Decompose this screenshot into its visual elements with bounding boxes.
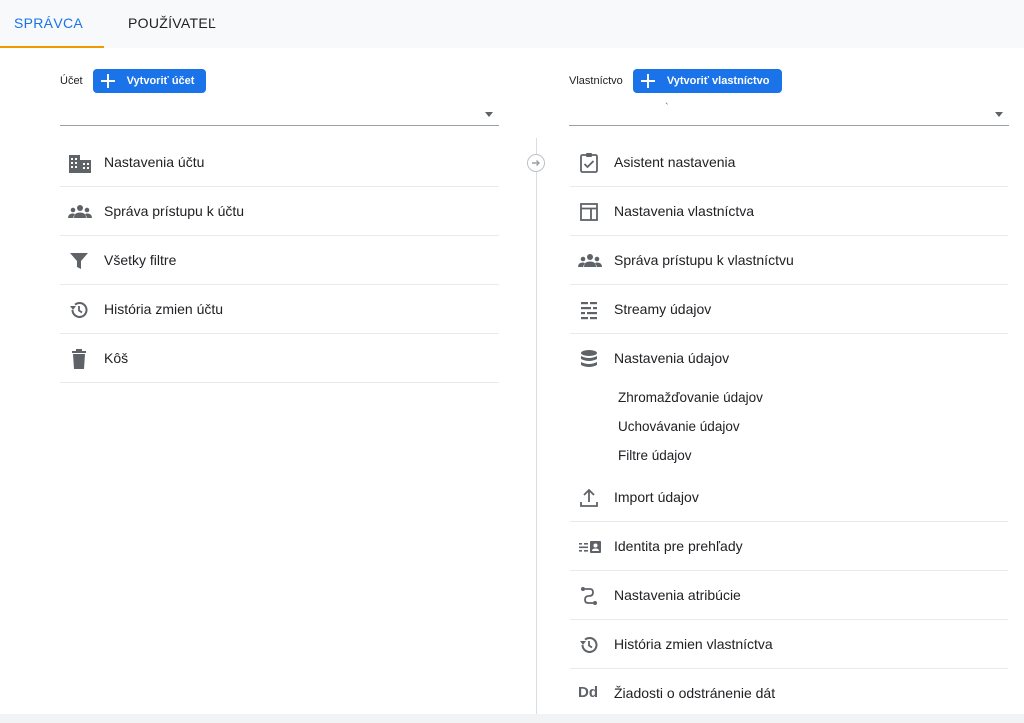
attribution-icon (578, 585, 600, 607)
property-header: Vlastníctvo Vytvoriť vlastníctvo (569, 68, 782, 94)
menu-item-label: Import údajov (614, 489, 699, 505)
menu-item-label: Kôš (104, 350, 129, 366)
column-divider (536, 138, 537, 716)
top-tab-bar: SPRÁVCA POUŽÍVATEĽ (0, 0, 1024, 48)
submenu-item-data-retention[interactable]: Uchovávanie údajov (570, 412, 1008, 441)
tab-user-label: POUŽÍVATEĽ (128, 15, 217, 31)
arrow-right-circle-icon (527, 154, 545, 172)
menu-item-label: Nastavenia vlastníctva (614, 203, 755, 219)
property-selector[interactable]: ` (569, 100, 1009, 126)
create-account-button[interactable]: Vytvoriť účet (92, 69, 207, 93)
create-account-label: Vytvoriť účet (126, 75, 195, 87)
streams-icon (578, 299, 600, 321)
account-label: Účet (60, 75, 83, 87)
account-selector[interactable] (60, 100, 499, 126)
menu-item-label: Streamy údajov (614, 301, 712, 317)
people-icon (578, 250, 602, 272)
tab-user[interactable]: POUŽÍVATEĽ (128, 0, 238, 48)
menu-item-property-history[interactable]: História zmien vlastníctva (570, 620, 1008, 669)
checklist-icon (578, 152, 600, 174)
menu-item-label: Správa prístupu k vlastníctvu (614, 252, 794, 268)
menu-item-all-filters[interactable]: Všetky filtre (60, 236, 499, 285)
create-property-label: Vytvoriť vlastníctvo (666, 75, 770, 87)
trash-icon (68, 348, 90, 370)
submenu-item-data-filters[interactable]: Filtre údajov (570, 441, 1008, 470)
submenu-item-data-collection[interactable]: Zhromažďovanie údajov (570, 383, 1008, 412)
menu-item-label: Asistent nastavenia (614, 154, 736, 170)
menu-item-property-settings[interactable]: Nastavenia vlastníctva (570, 187, 1008, 236)
plus-icon (640, 74, 655, 88)
menu-item-account-history[interactable]: História zmien účtu (60, 285, 499, 334)
menu-item-data-deletion-requests[interactable]: Dd Žiadosti o odstránenie dát (570, 669, 1008, 718)
people-icon (68, 201, 92, 223)
menu-item-label: Správa prístupu k účtu (104, 203, 245, 219)
menu-item-data-import[interactable]: Import údajov (570, 473, 1008, 522)
menu-item-label: História zmien vlastníctva (614, 636, 773, 652)
identity-icon (578, 536, 601, 558)
account-header: Účet Vytvoriť účet (60, 68, 207, 94)
menu-item-label: Nastavenia účtu (104, 154, 205, 170)
menu-item-reporting-identity[interactable]: Identita pre prehľady (570, 522, 1008, 571)
layout-icon (578, 201, 600, 223)
bottom-strip (0, 714, 1024, 723)
database-icon (578, 348, 600, 370)
plus-icon (100, 74, 115, 88)
dropdown-caret-icon (995, 112, 1003, 117)
submenu-item-label: Filtre údajov (618, 448, 692, 463)
menu-item-property-access[interactable]: Správa prístupu k vlastníctvu (570, 236, 1008, 285)
dd-glyph: Dd (578, 684, 598, 701)
menu-item-label: História zmien účtu (104, 301, 224, 317)
menu-item-data-settings[interactable]: Nastavenia údajov (570, 334, 1008, 383)
history-icon (68, 299, 90, 321)
property-label: Vlastníctvo (569, 75, 623, 87)
tab-admin[interactable]: SPRÁVCA (0, 0, 104, 48)
upload-icon (578, 487, 600, 509)
submenu-item-label: Uchovávanie údajov (618, 419, 740, 434)
submenu-item-label: Zhromažďovanie údajov (618, 390, 763, 405)
property-selected-value: ` (665, 102, 669, 114)
menu-item-label: Všetky filtre (104, 252, 177, 268)
menu-item-attribution-settings[interactable]: Nastavenia atribúcie (570, 571, 1008, 620)
tab-active-indicator (0, 46, 104, 48)
account-menu: Nastavenia účtu Správa prístupu k účtu V… (60, 138, 499, 383)
menu-item-setup-assistant[interactable]: Asistent nastavenia (570, 138, 1008, 187)
menu-item-label: Identita pre prehľady (614, 538, 743, 554)
menu-item-account-settings[interactable]: Nastavenia účtu (60, 138, 499, 187)
menu-item-trash[interactable]: Kôš (60, 334, 499, 383)
filter-icon (68, 250, 90, 272)
create-property-button[interactable]: Vytvoriť vlastníctvo (632, 69, 782, 93)
dropdown-caret-icon (485, 112, 493, 117)
menu-item-label: Žiadosti o odstránenie dát (614, 685, 776, 701)
property-menu: Asistent nastavenia Nastavenia vlastníct… (570, 138, 1008, 718)
dd-icon: Dd (578, 684, 600, 706)
menu-item-label: Nastavenia atribúcie (614, 587, 741, 603)
history-icon (578, 634, 600, 656)
menu-item-account-access[interactable]: Správa prístupu k účtu (60, 187, 499, 236)
menu-item-label: Nastavenia údajov (614, 350, 730, 366)
building-icon (68, 152, 91, 174)
tab-admin-label: SPRÁVCA (14, 15, 84, 31)
menu-item-data-streams[interactable]: Streamy údajov (570, 285, 1008, 334)
